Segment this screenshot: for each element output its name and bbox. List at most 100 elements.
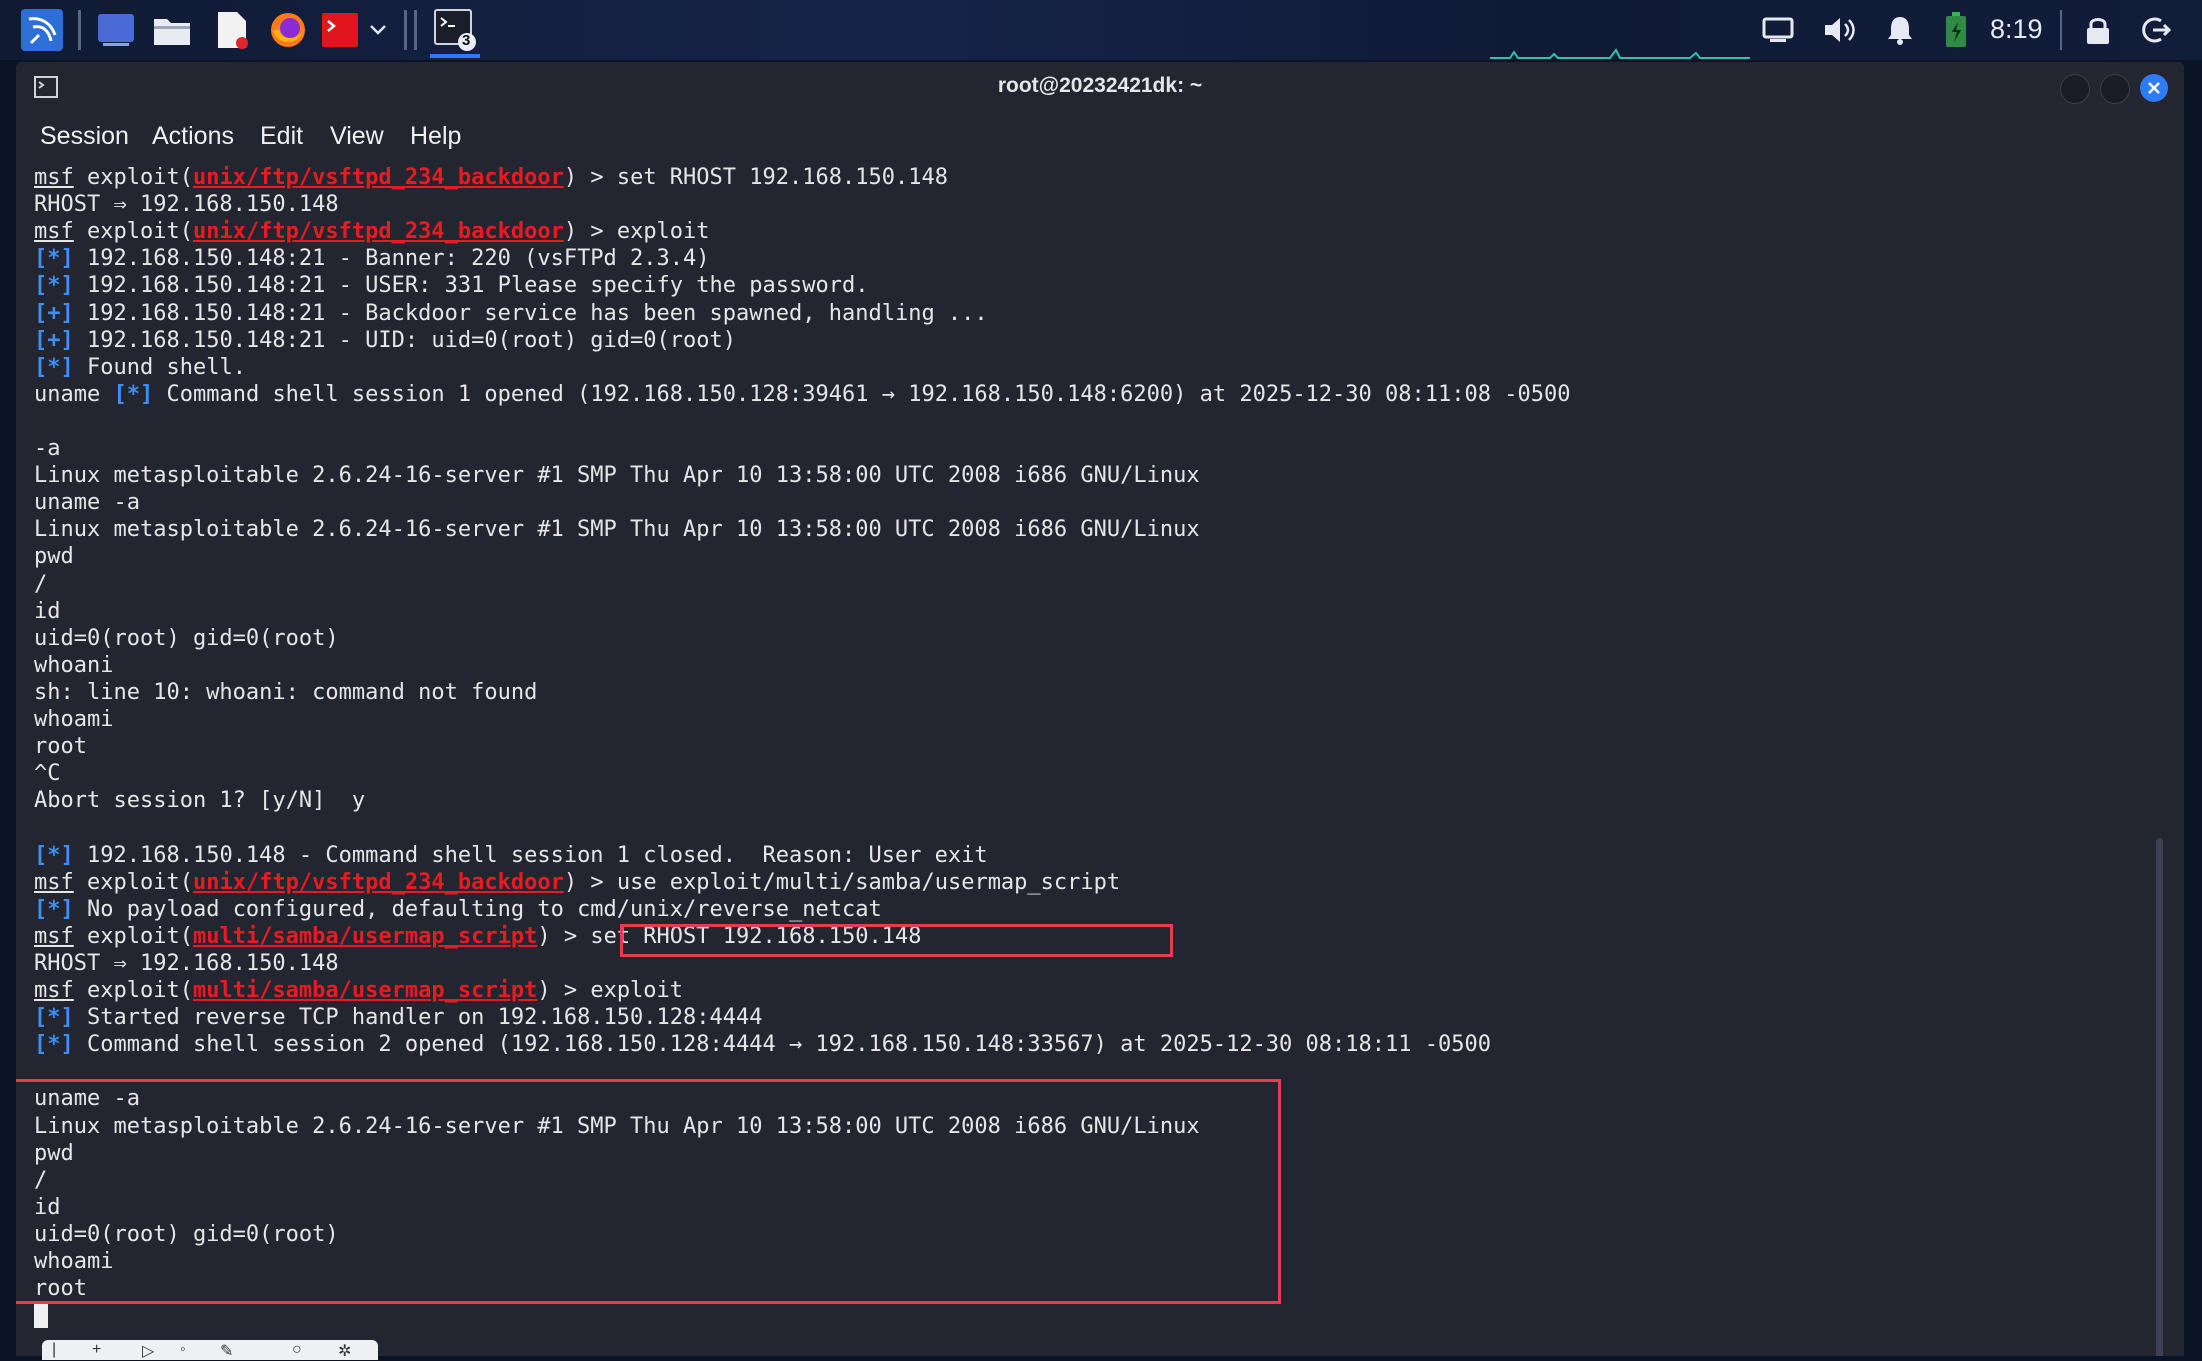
- bell-icon[interactable]: [1878, 8, 1922, 52]
- terminal-text: exploit(: [73, 869, 193, 895]
- audio-wave-decoration: [1490, 48, 1750, 59]
- firefox-icon[interactable]: [266, 8, 310, 52]
- terminal-red-icon[interactable]: [318, 8, 362, 52]
- circle-icon[interactable]: ○: [292, 1341, 302, 1359]
- terminal-text: RHOST ⇒ 192.168.150.148: [34, 950, 339, 976]
- taskbar-separator: [78, 10, 81, 50]
- msf-prompt: msf: [34, 219, 74, 245]
- menu-bar: Session Actions Edit View Help: [16, 112, 2184, 162]
- highlight-command-box: [620, 924, 1173, 957]
- display-icon[interactable]: [1756, 8, 1800, 52]
- terminal-text: Linux metasploitable 2.6.24-16-server #1…: [34, 463, 1200, 489]
- terminal-text: 192.168.150.148:21 - Backdoor service ha…: [73, 300, 988, 326]
- scrollbar[interactable]: [2156, 838, 2163, 1356]
- terminal-text: uid=0(root) gid=0(root): [34, 625, 339, 651]
- highlight-output-box: [16, 1079, 1281, 1304]
- terminal-line: id: [34, 598, 61, 625]
- add-icon[interactable]: +: [92, 1341, 101, 1359]
- module-name: unix/ftp/vsftpd_234_backdoor: [192, 869, 564, 895]
- desktop-icon[interactable]: [94, 8, 138, 52]
- module-name: unix/ftp/vsftpd_234_backdoor: [192, 165, 564, 190]
- title-bar[interactable]: root@20232421dk: ~: [16, 62, 2184, 112]
- status-tag: [*]: [34, 842, 74, 868]
- volume-icon[interactable]: [1818, 8, 1862, 52]
- lock-icon[interactable]: [2076, 8, 2120, 52]
- text-editor-icon[interactable]: [210, 8, 254, 52]
- terminal-text: Command shell session 1 opened (192.168.…: [153, 381, 1571, 407]
- status-tag: [*]: [34, 273, 74, 299]
- edit-icon[interactable]: ✎: [220, 1341, 233, 1361]
- terminal-line: Abort session 1? [y/N] y: [34, 787, 365, 814]
- terminal-text: Found shell.: [73, 354, 246, 380]
- terminal-text: 192.168.150.148 - Command shell session …: [73, 842, 988, 868]
- minimize-button[interactable]: [2060, 74, 2090, 104]
- terminal-line: uname -a: [34, 489, 140, 516]
- terminal-line: /: [34, 571, 47, 598]
- terminal-text: exploit(: [73, 978, 193, 1003]
- terminal-line: [+] 192.168.150.148:21 - UID: uid=0(root…: [34, 327, 736, 354]
- terminal-line: [*] Found shell.: [34, 354, 246, 381]
- terminal-line: uname [*] Command shell session 1 opened…: [34, 381, 1570, 408]
- terminal-text: Command shell session 2 opened (192.168.…: [73, 1032, 1491, 1058]
- terminal-line: [*] No payload configured, defaulting to…: [34, 896, 882, 923]
- close-icon: [2148, 82, 2160, 94]
- terminal-line: Linux metasploitable 2.6.24-16-server #1…: [34, 462, 1200, 489]
- maximize-button[interactable]: [2100, 74, 2130, 104]
- terminal-line: [*] Started reverse TCP handler on 192.1…: [34, 1004, 763, 1031]
- file-manager-icon[interactable]: [150, 8, 194, 52]
- settings-icon[interactable]: ✲: [338, 1341, 351, 1361]
- terminal-text: 192.168.150.148:21 - Banner: 220 (vsFTPd…: [73, 246, 710, 272]
- module-name: multi/samba/usermap_script: [192, 923, 538, 949]
- status-tag: [*]: [34, 354, 74, 380]
- logout-icon[interactable]: [2134, 8, 2178, 52]
- menu-edit[interactable]: Edit: [260, 122, 303, 151]
- terminal-text: ) > exploit: [563, 219, 710, 245]
- taskbar-separator: [404, 10, 407, 50]
- clock[interactable]: 8:19: [1990, 14, 2043, 45]
- taskbar-separator: [2060, 10, 2062, 50]
- msf-prompt: msf: [34, 923, 74, 949]
- terminal-line: sh: line 10: whoani: command not found: [34, 679, 537, 706]
- person-icon[interactable]: ◦: [180, 1341, 186, 1359]
- terminal-line: Linux metasploitable 2.6.24-16-server #1…: [34, 516, 1200, 543]
- status-tag: [*]: [34, 246, 74, 272]
- terminal-line: pwd: [34, 543, 74, 570]
- terminal-text: uname -a: [34, 490, 140, 516]
- terminal-window: root@20232421dk: ~ Session Actions Edit …: [16, 62, 2184, 1356]
- terminal-line: whoani: [34, 652, 113, 679]
- terminal-text: pwd: [34, 544, 74, 570]
- active-window-indicator: [430, 54, 480, 58]
- window-title: root@20232421dk: ~: [997, 74, 1203, 97]
- terminal-text: -a: [34, 436, 61, 461]
- terminal-text: exploit(: [73, 923, 193, 949]
- terminal-output[interactable]: msf exploit(unix/ftp/vsftpd_234_backdoor…: [16, 162, 2184, 1356]
- menu-view[interactable]: View: [330, 122, 384, 151]
- terminal-icon[interactable]: 3: [430, 8, 480, 52]
- terminal-line: msf exploit(unix/ftp/vsftpd_234_backdoor…: [34, 164, 948, 191]
- close-button[interactable]: [2140, 74, 2168, 102]
- status-tag: [*]: [34, 1032, 74, 1058]
- terminal-text: Abort session 1? [y/N] y: [34, 788, 366, 814]
- terminal-text: use exploit/multi/samba/usermap_script: [616, 869, 1121, 895]
- taskbar-separator: [414, 10, 417, 50]
- menu-help[interactable]: Help: [410, 122, 461, 151]
- terminal-line: [+] 192.168.150.148:21 - Backdoor servic…: [34, 300, 988, 327]
- chevron-down-icon[interactable]: [358, 8, 398, 52]
- battery-icon[interactable]: [1934, 8, 1978, 52]
- kali-menu-icon[interactable]: [20, 8, 64, 52]
- terminal-text: sh: line 10: whoani: command not found: [34, 679, 538, 705]
- terminal-line: -a: [34, 435, 61, 462]
- terminal-line: [*] 192.168.150.148:21 - Banner: 220 (vs…: [34, 245, 710, 272]
- terminal-line: RHOST ⇒ 192.168.150.148: [34, 191, 339, 218]
- status-tag: [+]: [34, 300, 74, 326]
- menu-actions[interactable]: Actions: [152, 122, 234, 151]
- bottom-toolbar: | + ▷ ◦ ✎ ○ ✲: [42, 1340, 378, 1360]
- terminal-text: whoani: [34, 652, 114, 678]
- pointer-icon[interactable]: ▷: [142, 1341, 154, 1361]
- terminal-text: id: [34, 598, 61, 624]
- taskbar: 3 8:19: [0, 0, 2202, 60]
- terminal-text: No payload configured, defaulting to cmd…: [73, 896, 882, 922]
- msf-prompt: msf: [34, 165, 74, 190]
- terminal-text: ) >: [563, 869, 617, 895]
- menu-session[interactable]: Session: [40, 122, 129, 151]
